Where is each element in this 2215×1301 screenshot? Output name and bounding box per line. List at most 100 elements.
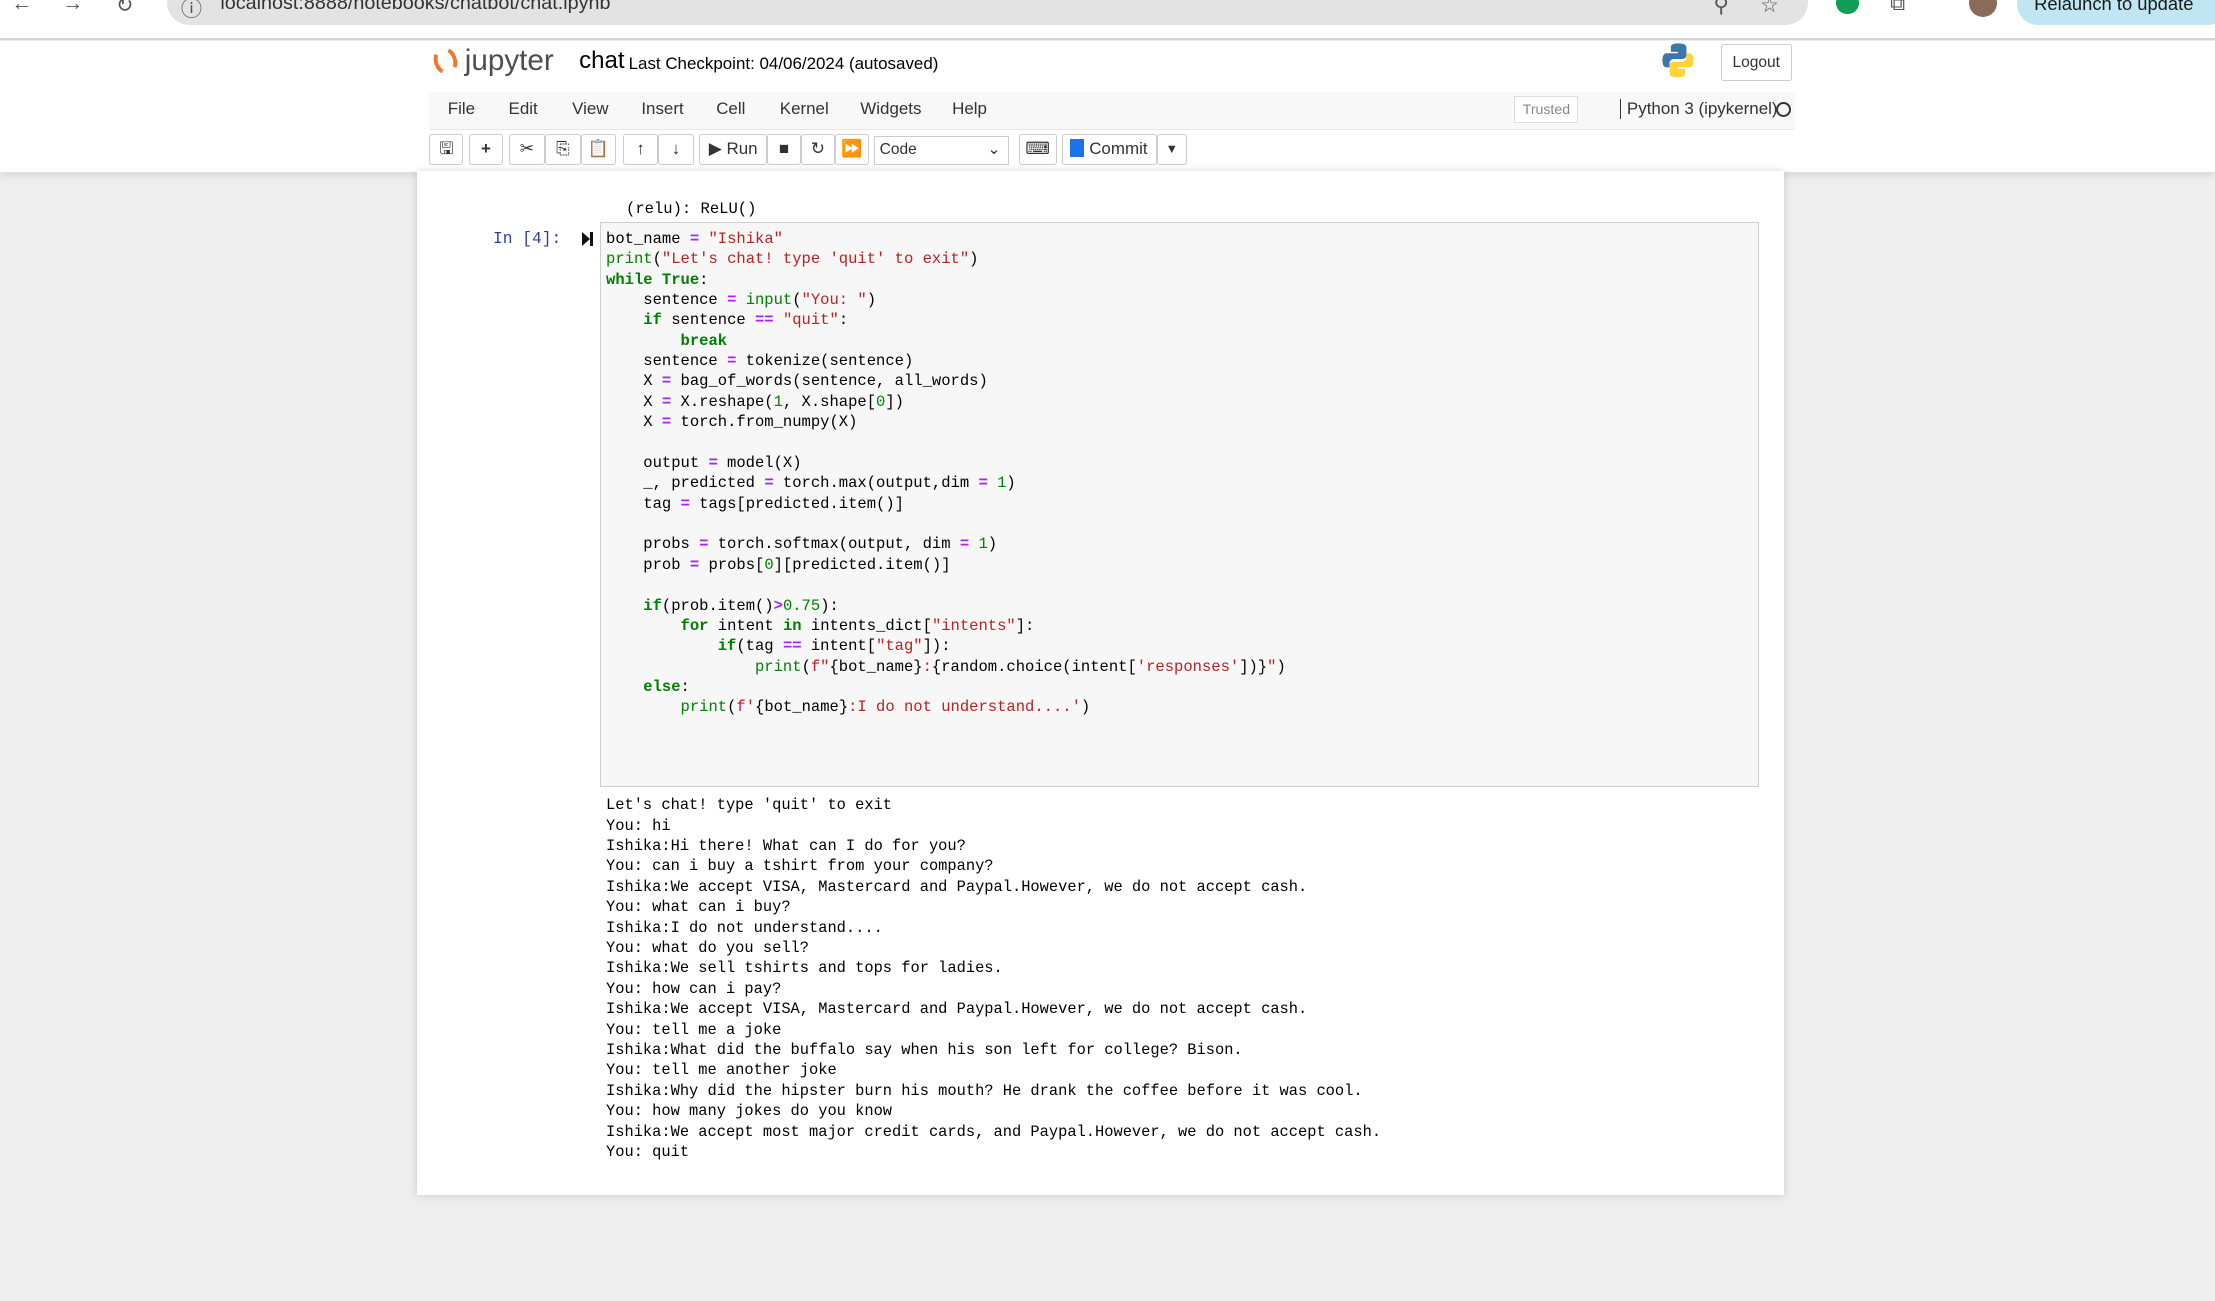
run-label: Run xyxy=(726,139,758,159)
back-icon[interactable]: ← xyxy=(11,0,32,16)
interrupt-button[interactable]: ■ xyxy=(767,134,801,166)
logout-button[interactable]: Logout xyxy=(1720,43,1792,82)
code-token: 1 xyxy=(997,474,1007,493)
chevron-down-icon: ⌄ xyxy=(987,140,1001,158)
code-line: X = bag_of_words(sentence, all_words) xyxy=(606,371,1286,391)
commit-icon xyxy=(1070,138,1085,157)
output-line: You: quit xyxy=(606,1142,690,1161)
restart-icon: ↻ xyxy=(810,139,825,159)
code-token: ) xyxy=(1080,698,1091,717)
output-line: You: hi xyxy=(606,816,671,835)
code-token: , X.shape[ xyxy=(782,392,877,411)
commit-dropdown-button[interactable]: ▼ xyxy=(1156,134,1187,166)
code-token: = xyxy=(727,352,737,371)
output-line: Ishika:We accept most major credit cards… xyxy=(606,1122,1382,1141)
code-token: (tag xyxy=(736,637,783,656)
python-logo-icon xyxy=(1662,43,1694,78)
code-token: = xyxy=(764,474,774,493)
restart-run-all-button[interactable]: ⏩ xyxy=(834,134,869,166)
output-line: You: what do you sell? xyxy=(606,939,809,958)
commit-button[interactable]: Commit xyxy=(1062,134,1157,166)
url-text[interactable]: localhost:8888/notebooks/chatbot/chat.ip… xyxy=(220,0,610,15)
forward-icon[interactable]: → xyxy=(62,0,83,16)
code-token: == xyxy=(782,637,802,656)
commit-label: Commit xyxy=(1089,139,1148,159)
menu-insert[interactable]: Insert xyxy=(641,99,683,119)
code-token: = xyxy=(978,474,988,493)
output-line: You: can i buy a tshirt from your compan… xyxy=(606,857,994,876)
code-token: 0 xyxy=(876,392,886,411)
menu-widgets[interactable]: Widgets xyxy=(860,99,921,119)
code-token: 1 xyxy=(773,392,783,411)
code-token: if xyxy=(643,311,662,330)
output-line: Ishika:We accept VISA, Mastercard and Pa… xyxy=(606,1000,1308,1019)
output-line: You: how many jokes do you know xyxy=(606,1102,893,1121)
run-indicator-icon[interactable] xyxy=(582,231,590,246)
code-token: = xyxy=(708,453,718,472)
code-token: ]): xyxy=(922,637,951,656)
notebook-name[interactable]: chat xyxy=(579,47,624,75)
code-token: = xyxy=(661,413,672,432)
restart-button[interactable]: ↻ xyxy=(800,134,835,166)
code-editor[interactable]: bot_name = "Ishika" print("Let's chat! ty… xyxy=(606,229,1286,718)
cell-output: Let's chat! type 'quit' to exit You: hi Is… xyxy=(606,795,1381,1162)
copy-button[interactable]: ⎘ xyxy=(545,134,581,166)
code-line: X = X.reshape(1, X.shape[0]) xyxy=(606,392,1286,412)
search-icon[interactable]: ⚲ xyxy=(1714,0,1730,18)
code-line: print(f'{bot_name}:I do not understand..… xyxy=(606,697,1286,717)
code-token: = xyxy=(661,372,672,391)
star-icon[interactable]: ☆ xyxy=(1760,0,1779,18)
extensions-puzzle-icon[interactable]: ⧉ xyxy=(1890,0,1905,16)
code-token: = xyxy=(680,494,690,513)
command-palette-button[interactable]: ⌨ xyxy=(1018,134,1057,166)
code-token: 0.75 xyxy=(782,596,821,615)
code-token: "You: " xyxy=(801,290,867,309)
code-token: ) xyxy=(866,290,877,309)
cell-type-select[interactable]: Code ⌄ xyxy=(874,135,1009,166)
code-token: > xyxy=(773,596,783,615)
reload-icon[interactable]: ↻ xyxy=(116,0,134,18)
code-token: "Ishika" xyxy=(708,229,783,248)
caret-down-icon: ▼ xyxy=(1165,141,1179,157)
scissors-icon: ✂ xyxy=(519,139,534,159)
output-line: Ishika:We accept VISA, Mastercard and Pa… xyxy=(606,877,1308,896)
menu-cell[interactable]: Cell xyxy=(716,99,745,119)
code-token: intent xyxy=(708,616,783,635)
jupyter-logo-text[interactable]: jupyter xyxy=(465,44,554,78)
output-line: Let's chat! type 'quit' to exit xyxy=(606,796,893,815)
code-token: tags[predicted.item()] xyxy=(689,494,904,513)
code-line: prob = probs[0][predicted.item()] xyxy=(606,555,1286,575)
menu-edit[interactable]: Edit xyxy=(509,99,538,119)
output-line: Ishika:What did the buffalo say when his… xyxy=(606,1040,1243,1059)
code-token: ( xyxy=(801,657,811,676)
code-token: 0 xyxy=(764,555,774,574)
menu-kernel[interactable]: Kernel xyxy=(780,99,829,119)
kernel-name[interactable]: Python 3 (ipykernel) xyxy=(1620,98,1778,119)
code-token: input xyxy=(745,290,793,309)
code-token: X xyxy=(606,372,662,391)
menu-help[interactable]: Help xyxy=(952,99,987,119)
code-token: print xyxy=(680,698,728,717)
code-token: probs[ xyxy=(699,555,765,574)
code-token: probs xyxy=(606,535,700,554)
insert-cell-button[interactable]: + xyxy=(468,134,503,166)
code-line: output = model(X) xyxy=(606,453,1286,473)
code-token: f' xyxy=(736,698,756,717)
menu-view[interactable]: View xyxy=(572,99,608,119)
code-token: else xyxy=(643,678,681,697)
site-info-icon[interactable]: ⓘ xyxy=(181,0,202,23)
cut-button[interactable]: ✂ xyxy=(508,134,546,166)
output-line: Ishika:We sell tshirts and tops for ladi… xyxy=(606,959,1003,978)
code-token: print xyxy=(755,657,802,676)
save-button[interactable]: 🖫 xyxy=(429,134,464,166)
menu-file[interactable]: File xyxy=(448,99,475,119)
code-token: intent[ xyxy=(801,637,877,656)
relaunch-button[interactable]: Relaunch to update xyxy=(2017,0,2215,26)
code-token: in xyxy=(782,616,802,635)
trusted-badge[interactable]: Trusted xyxy=(1514,96,1579,124)
